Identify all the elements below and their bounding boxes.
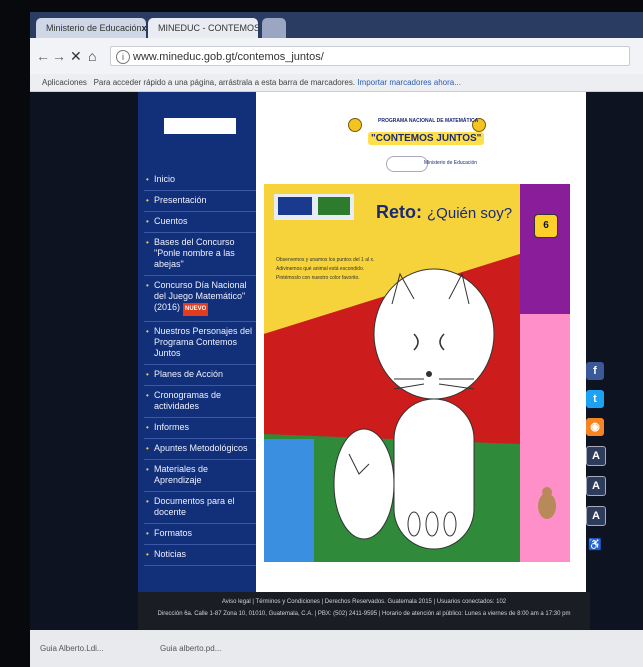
sidebar-item-cronogramas[interactable]: Cronogramas de actividades xyxy=(144,386,256,418)
sidebar-item-label: Inicio xyxy=(154,174,176,184)
sidebar-item-label: Bases del Concurso "Ponle nombre a las a… xyxy=(154,237,235,269)
download-item[interactable]: Guia alberto.pd... xyxy=(160,644,221,653)
web-page: Inicio Presentación Cuentos Bases del Co… xyxy=(30,92,643,630)
tab-ministerio[interactable]: Ministerio de Educación x xyxy=(36,18,146,38)
sidebar-item-documentos[interactable]: Documentos para el docente xyxy=(144,492,256,524)
back-icon[interactable]: ← xyxy=(36,48,50,64)
grade-badge: 6 xyxy=(534,214,558,238)
sidebar-item-label: Cronogramas de actividades xyxy=(154,390,222,411)
social-links: f t ◉ A A A ♿ xyxy=(586,362,610,564)
bookmarks-bar: Aplicaciones Para acceder rápido a una p… xyxy=(30,74,643,92)
url-input[interactable]: i www.mineduc.gob.gt/contemos_juntos/ xyxy=(110,46,630,66)
url-text: www.mineduc.gob.gt/contemos_juntos/ xyxy=(133,51,324,63)
ministry-label: Ministerio de Educación xyxy=(424,160,478,166)
cat-drawing xyxy=(333,268,495,550)
sidebar-item-personajes[interactable]: Nuestros Personajes del Programa Contemo… xyxy=(144,322,256,365)
apps-shortcut[interactable]: Aplicaciones xyxy=(42,78,87,87)
sidebar-item-cuentos[interactable]: Cuentos xyxy=(144,212,256,233)
twitter-icon[interactable]: t xyxy=(586,390,604,408)
main-content: PROGRAMA NACIONAL DE MATEMÁTICA "CONTEMO… xyxy=(256,92,586,592)
rss-icon[interactable]: ◉ xyxy=(586,418,604,436)
sidebar-item-label: Planes de Acción xyxy=(154,369,224,379)
sidebar-item-label: Noticias xyxy=(154,549,187,559)
sidebar-menu: Inicio Presentación Cuentos Bases del Co… xyxy=(144,170,256,566)
sidebar-item-informes[interactable]: Informes xyxy=(144,418,256,439)
sidebar-item-label: Informes xyxy=(154,422,190,432)
download-item[interactable]: Guia Alberto.Ldi... xyxy=(40,644,104,653)
program-title: "CONTEMOS JUNTOS" xyxy=(368,132,485,145)
accessibility-icon[interactable]: ♿ xyxy=(586,536,604,554)
footer-line: Dirección 6a. Calle 1-87 Zona 10, 01010,… xyxy=(157,611,571,617)
program-label: PROGRAMA NACIONAL DE MATEMÁTICA xyxy=(378,118,479,124)
squirrel-icon xyxy=(538,487,556,519)
download-bar: Guia Alberto.Ldi... Guia alberto.pd... xyxy=(30,630,643,667)
sidebar-item-label: Documentos para el docente xyxy=(154,496,235,517)
tab-bar: Ministerio de Educación x MINEDUC - CONT… xyxy=(30,12,643,38)
sidebar-item-label: Presentación xyxy=(154,195,207,205)
cloud-decoration xyxy=(386,156,428,172)
sidebar-item-bases[interactable]: Bases del Concurso "Ponle nombre a las a… xyxy=(144,233,256,276)
sidebar-item-label: Formatos xyxy=(154,528,193,538)
sidebar-item-noticias[interactable]: Noticias xyxy=(144,545,256,566)
address-bar-row: ← → ✕ ⌂ i www.mineduc.gob.gt/contemos_ju… xyxy=(30,38,643,74)
sidebar-item-label: Cuentos xyxy=(154,216,188,226)
sidebar-item-presentacion[interactable]: Presentación xyxy=(144,191,256,212)
page-footer: Aviso legal | Términos y Condiciones | D… xyxy=(138,592,590,630)
info-icon[interactable]: i xyxy=(116,50,130,64)
font-reset-icon[interactable]: A xyxy=(586,476,606,496)
sidebar-item-label: Apuntes Metodológicos xyxy=(154,443,248,453)
font-decrease-icon[interactable]: A xyxy=(586,506,606,526)
side-panel-lower xyxy=(520,314,570,562)
sidebar-item-label: Materiales de Aprendizaje xyxy=(154,464,209,485)
sidebar: Inicio Presentación Cuentos Bases del Co… xyxy=(138,92,256,592)
bookmarks-hint: Para acceder rápido a una página, arrást… xyxy=(93,78,356,87)
sidebar-item-materiales[interactable]: Materiales de Aprendizaje xyxy=(144,460,256,492)
home-icon[interactable]: ⌂ xyxy=(88,48,96,64)
footer-line: Aviso legal | Términos y Condiciones | D… xyxy=(221,599,507,605)
sidebar-item-planes[interactable]: Planes de Acción xyxy=(144,365,256,386)
challenge-card: Reto: ¿Quién soy? 6 Observemos y unamos … xyxy=(264,184,570,562)
tab-label: Ministerio de Educación xyxy=(46,23,142,33)
tab-label: MINEDUC - CONTEMOS xyxy=(158,23,258,33)
close-icon[interactable]: ✕ xyxy=(70,48,82,65)
program-header: PROGRAMA NACIONAL DE MATEMÁTICA "CONTEMO… xyxy=(346,104,486,174)
sidebar-item-apuntes[interactable]: Apuntes Metodológicos xyxy=(144,439,256,460)
tab-contemos[interactable]: MINEDUC - CONTEMOS x xyxy=(148,18,258,38)
font-increase-icon[interactable]: A xyxy=(586,446,606,466)
bee-icon xyxy=(348,118,362,132)
new-badge: NUEVO xyxy=(183,303,209,316)
forward-icon[interactable]: → xyxy=(52,48,66,64)
sidebar-logo xyxy=(164,118,236,134)
facebook-icon[interactable]: f xyxy=(586,362,604,380)
sidebar-item-concurso[interactable]: Concurso Día Nacional del Juego Matemáti… xyxy=(144,276,256,322)
screen-frame: Ministerio de Educación x MINEDUC - CONT… xyxy=(0,0,643,667)
new-tab-button[interactable] xyxy=(262,18,286,38)
sidebar-item-formatos[interactable]: Formatos xyxy=(144,524,256,545)
sidebar-item-label: Nuestros Personajes del Programa Contemo… xyxy=(154,326,253,358)
close-icon[interactable]: x xyxy=(142,23,146,33)
sidebar-item-inicio[interactable]: Inicio xyxy=(144,170,256,191)
import-bookmarks-link[interactable]: Importar marcadores ahora... xyxy=(357,78,461,87)
